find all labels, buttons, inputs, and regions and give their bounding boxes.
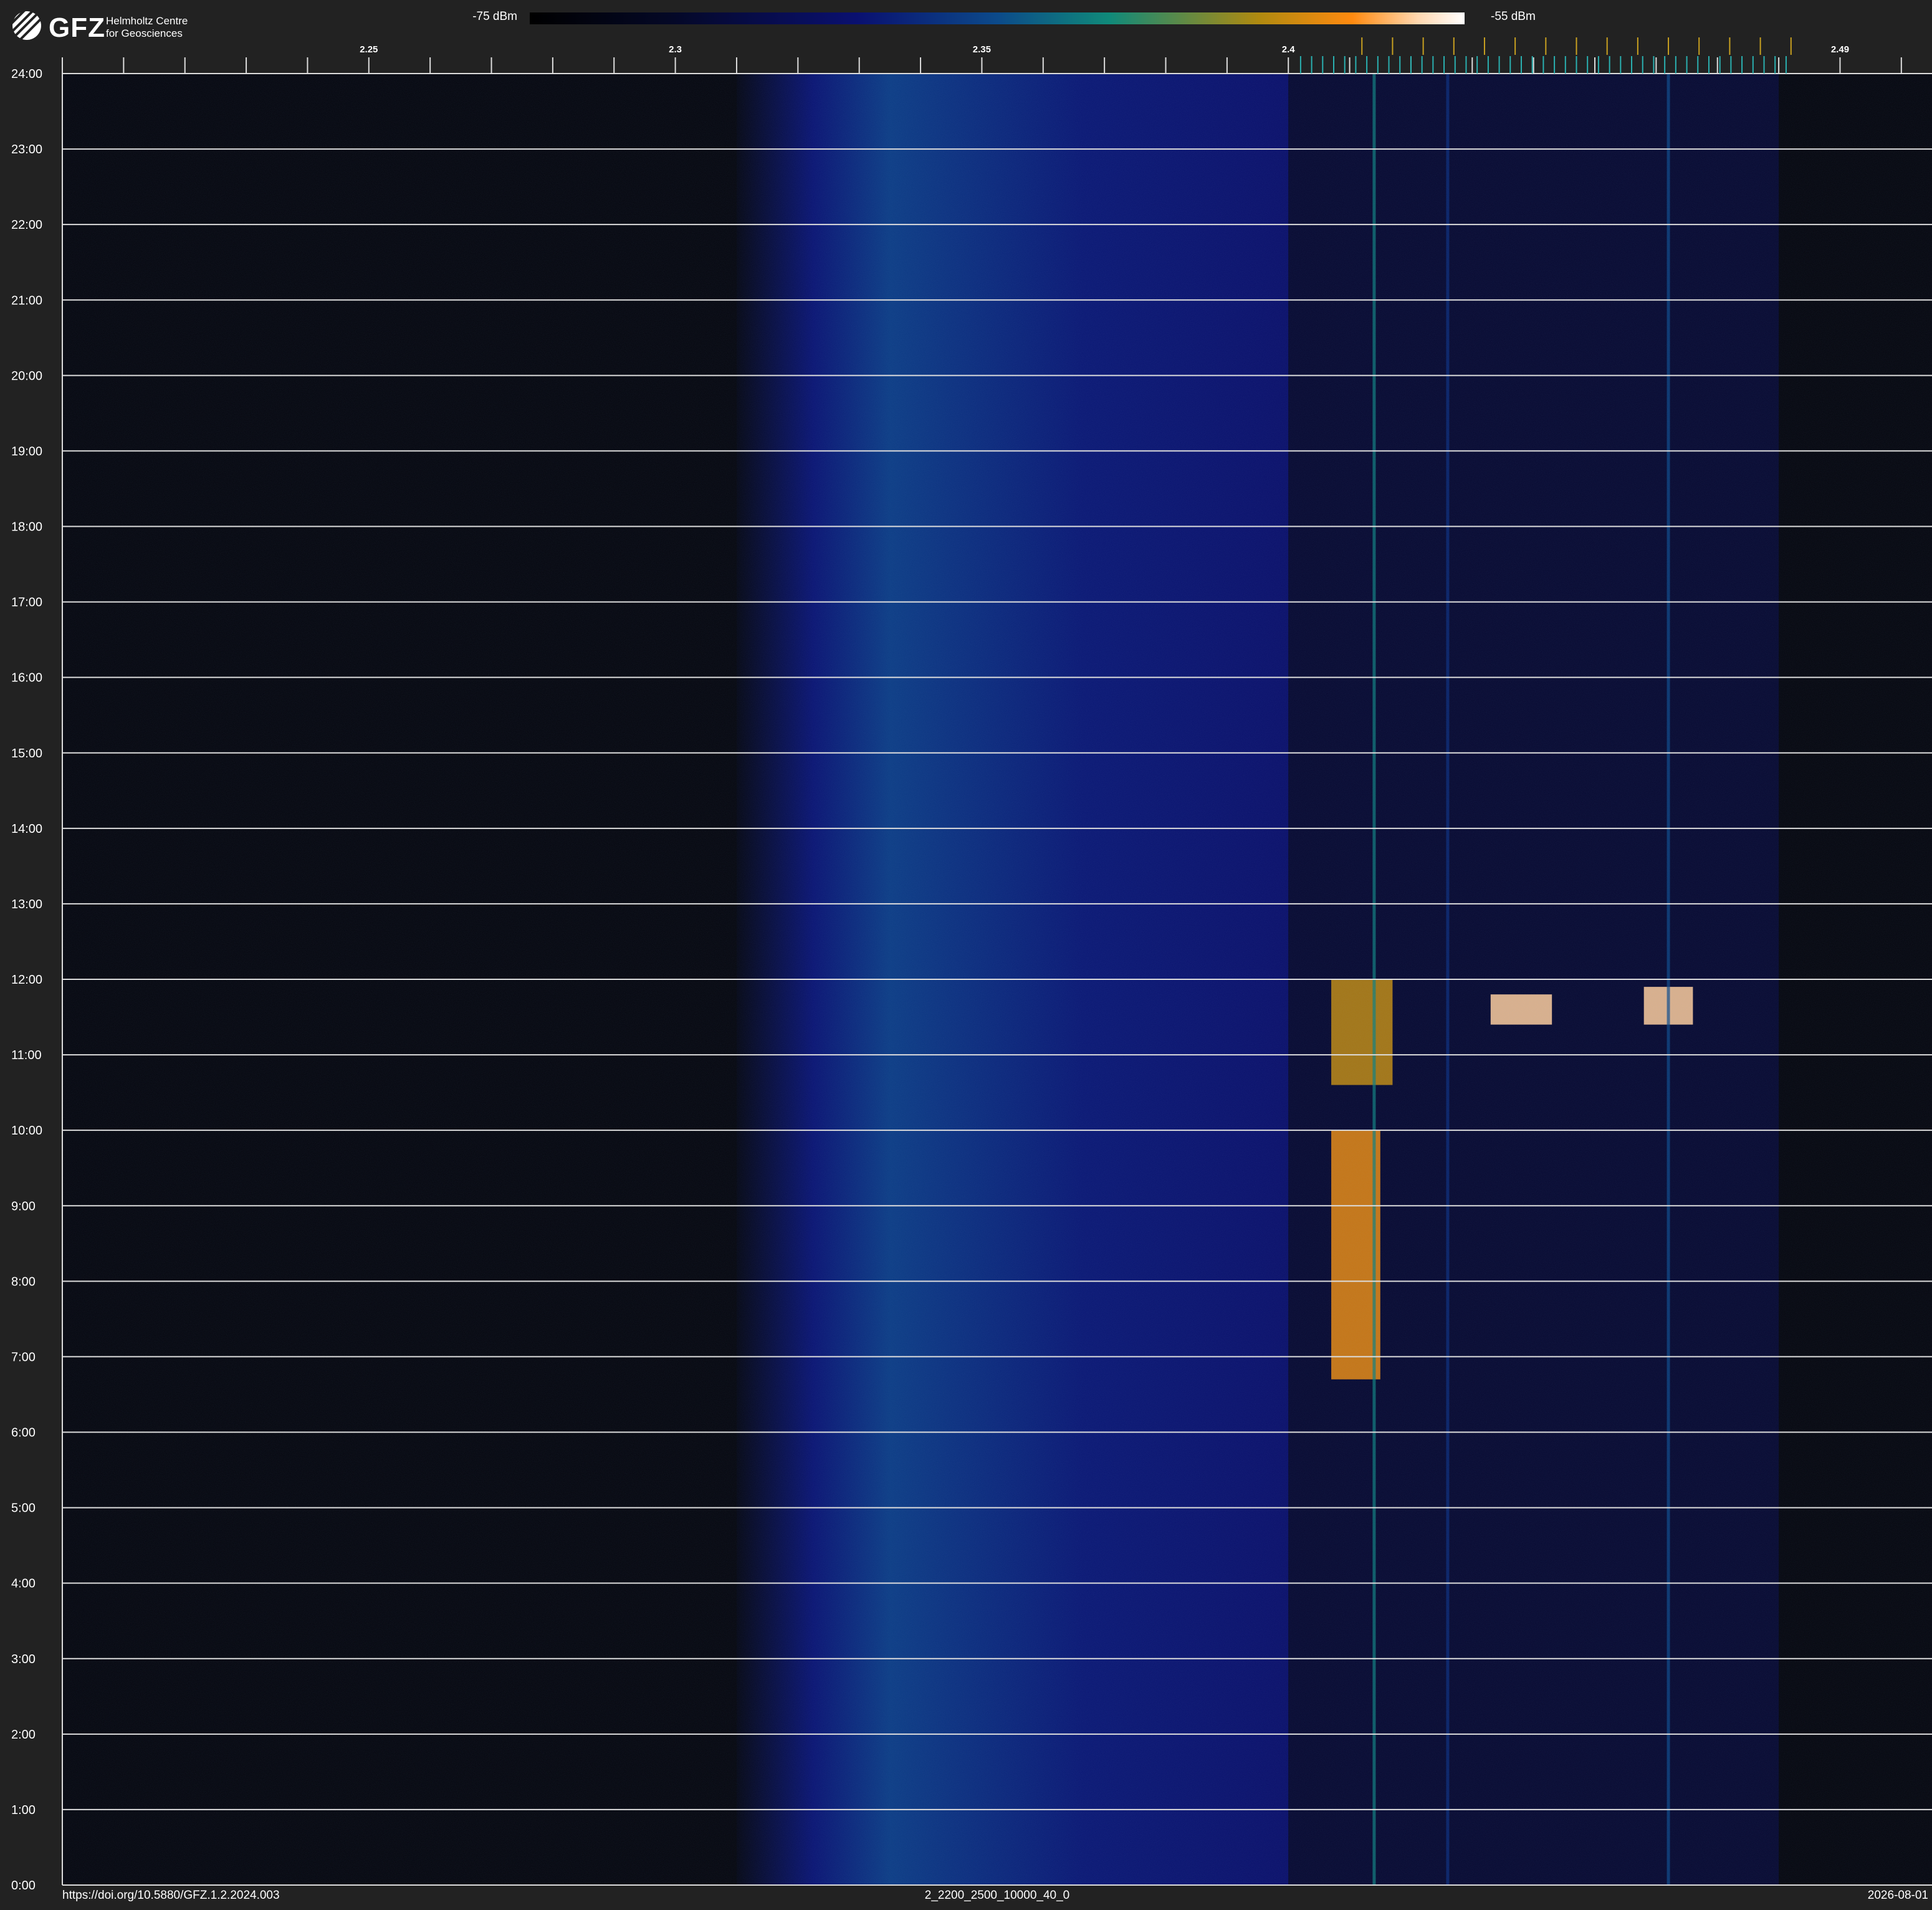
time-tick-label: 10:00: [11, 1124, 42, 1138]
time-tick-label: 9:00: [11, 1199, 36, 1213]
time-tick-label: 21:00: [11, 294, 42, 307]
time-tick-labels: 0:00 1:00 2:00 3:00 4:00 5:00 6:00 7:00 8:00 9:00…: [11, 67, 42, 1893]
time-tick-label: 19:00: [11, 444, 42, 458]
spectrogram-chart: 2.25 2.3 2.35 2.4 2.49 0:00 1:00 2:00 3:00 4:00 5…: [11, 37, 1932, 1893]
frequency-tick-label: 2.4: [1282, 44, 1296, 55]
time-tick-label: 4:00: [11, 1577, 36, 1591]
plot-area: [62, 73, 1932, 1886]
dataset-id: 2_2200_2500_10000_40_0: [924, 1889, 1070, 1902]
time-tick-label: 5:00: [11, 1502, 36, 1515]
frequency-tick-label: 2.49: [1831, 44, 1849, 55]
time-tick-label: 7:00: [11, 1350, 36, 1364]
time-tick-label: 0:00: [11, 1879, 36, 1893]
time-tick-label: 6:00: [11, 1426, 36, 1440]
time-tick-label: 24:00: [11, 67, 42, 81]
time-tick-label: 2:00: [11, 1728, 36, 1742]
time-tick-label: 18:00: [11, 521, 42, 534]
date-label: 2026-08-01: [1867, 1889, 1928, 1902]
time-tick-label: 16:00: [11, 671, 42, 685]
frequency-tick-labels: 2.25 2.3 2.35 2.4 2.49: [360, 44, 1849, 55]
time-tick-label: 1:00: [11, 1803, 36, 1817]
time-tick-label: 12:00: [11, 973, 42, 987]
time-tick-label: 13:00: [11, 898, 42, 911]
time-tick-label: 3:00: [11, 1653, 36, 1666]
frequency-tick-label: 2.25: [360, 44, 378, 55]
time-tick-label: 8:00: [11, 1275, 36, 1289]
time-tick-label: 11:00: [11, 1049, 42, 1062]
time-tick-label: 17:00: [11, 596, 42, 610]
doi-link[interactable]: https://doi.org/10.5880/GFZ.1.2.2024.003: [62, 1889, 280, 1903]
time-tick-label: 14:00: [11, 822, 42, 836]
time-tick-label: 15:00: [11, 747, 42, 761]
frequency-axis: 2.25 2.3 2.35 2.4 2.49: [62, 37, 1932, 74]
time-tick-label: 20:00: [11, 369, 42, 383]
frequency-tick-label: 2.3: [669, 44, 682, 55]
frequency-tick-label: 2.35: [973, 44, 991, 55]
time-tick-label: 22:00: [11, 218, 42, 232]
time-tick-label: 23:00: [11, 143, 42, 156]
frequency-ticks: [62, 57, 1902, 74]
